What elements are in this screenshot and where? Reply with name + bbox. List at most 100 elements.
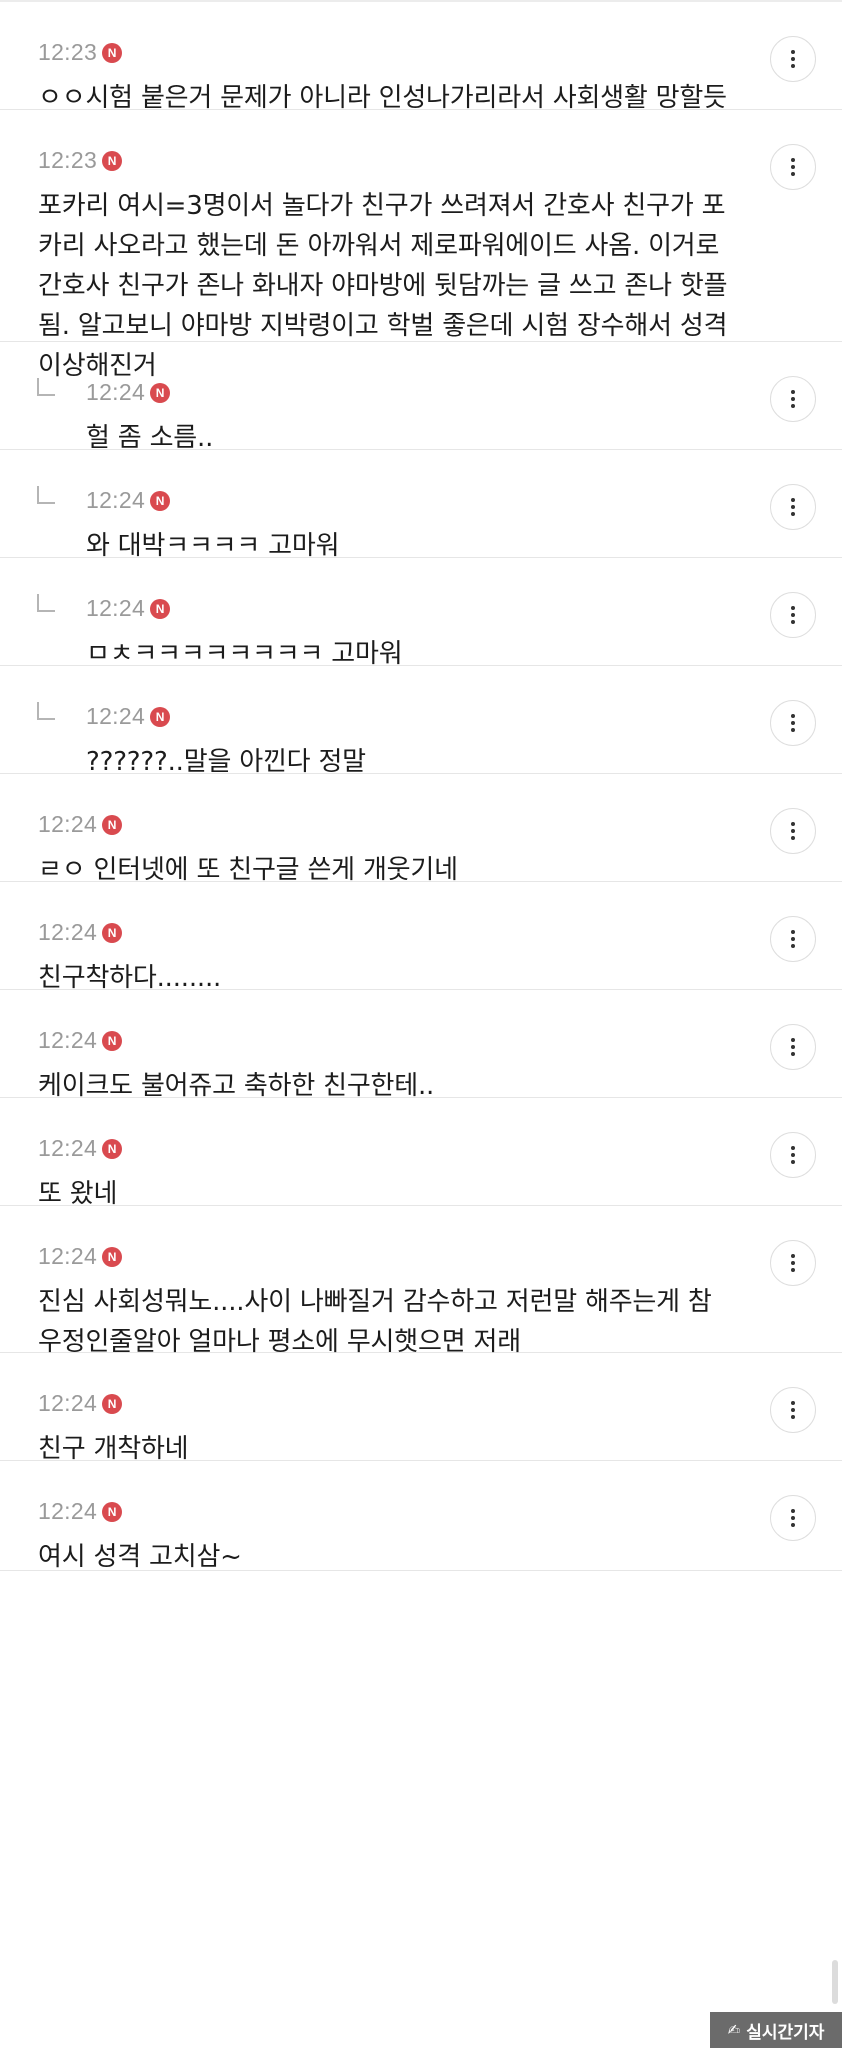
- watermark-logo-icon: ✍: [727, 2021, 741, 2039]
- kebab-dot-icon: [791, 714, 795, 718]
- comment-time: 12:24: [38, 1389, 98, 1416]
- new-badge-icon: N: [102, 150, 123, 171]
- comment-item: 12:23 N ㅇㅇ시험 붙은거 문제가 아니라 인성나가리라서 사회생활 망할듯: [0, 2, 842, 113]
- new-badge-icon: N: [102, 1246, 123, 1267]
- comment-time: 12:24: [86, 702, 146, 729]
- new-badge-icon: N: [102, 922, 123, 943]
- kebab-dot-icon: [791, 1509, 795, 1513]
- comment-meta: 12:24 N: [38, 1242, 732, 1270]
- more-options-button[interactable]: [770, 1240, 816, 1286]
- more-options-button[interactable]: [770, 1132, 816, 1178]
- more-options-button[interactable]: [770, 484, 816, 530]
- reply-comment: 12:24 N ㅁㅊㅋㅋㅋㅋㅋㅋㅋㅋ 고마워: [0, 558, 842, 669]
- kebab-dot-icon: [791, 829, 795, 833]
- kebab-dot-icon: [791, 1408, 795, 1412]
- comment-meta: 12:24 N: [38, 1134, 732, 1162]
- comment-time: 12:24: [38, 1497, 98, 1524]
- new-badge-icon: N: [150, 382, 171, 403]
- watermark-text: 실시간기자: [746, 2022, 825, 2043]
- kebab-dot-icon: [791, 1516, 795, 1520]
- kebab-dot-icon: [791, 937, 795, 941]
- more-options-button[interactable]: [770, 1387, 816, 1433]
- more-options-button[interactable]: [770, 808, 816, 854]
- kebab-dot-icon: [791, 721, 795, 725]
- kebab-dot-icon: [791, 50, 795, 54]
- kebab-dot-icon: [791, 498, 795, 502]
- comment-item: 12:24 N 친구 개착하네: [0, 1353, 842, 1464]
- comment-meta: 12:24 N: [86, 702, 732, 730]
- kebab-dot-icon: [791, 1160, 795, 1164]
- new-badge-icon: N: [150, 706, 171, 727]
- new-badge-icon: N: [102, 1030, 123, 1051]
- kebab-dot-icon: [791, 1254, 795, 1258]
- more-options-button[interactable]: [770, 592, 816, 638]
- kebab-dot-icon: [791, 165, 795, 169]
- more-options-button[interactable]: [770, 916, 816, 962]
- more-options-button[interactable]: [770, 376, 816, 422]
- reply-comment: 12:24 N 와 대박ㅋㅋㅋㅋ 고마워: [0, 450, 842, 561]
- reply-comment: 12:24 N 헐 좀 소름..: [0, 342, 842, 453]
- new-badge-icon: N: [102, 814, 123, 835]
- new-badge-icon: N: [150, 598, 171, 619]
- kebab-dot-icon: [791, 1146, 795, 1150]
- kebab-dot-icon: [791, 620, 795, 624]
- comment-meta: 12:24 N: [86, 378, 732, 406]
- kebab-dot-icon: [791, 1401, 795, 1405]
- more-options-button[interactable]: [770, 1495, 816, 1541]
- comment-item: 12:24 N 케이크도 불어쥬고 축하한 친구한테..: [0, 990, 842, 1101]
- comment-time: 12:24: [86, 378, 146, 405]
- kebab-dot-icon: [791, 505, 795, 509]
- comment-item: 12:24 N 여시 성격 고치삼~: [0, 1461, 842, 1572]
- comment-meta: 12:23 N: [38, 146, 732, 174]
- comment-time: 12:24: [38, 918, 98, 945]
- new-badge-icon: N: [102, 1393, 123, 1414]
- comment-item: 12:24 N 친구착하다........: [0, 882, 842, 993]
- kebab-dot-icon: [791, 606, 795, 610]
- kebab-dot-icon: [791, 1261, 795, 1265]
- new-badge-icon: N: [150, 490, 171, 511]
- kebab-dot-icon: [791, 397, 795, 401]
- kebab-dot-icon: [791, 1153, 795, 1157]
- watermark: ✍ 실시간기자: [710, 2012, 842, 2048]
- comment-item: 12:24 N 진심 사회성뭐노....사이 나빠질거 감수하고 저런말 해주는게 …: [0, 1206, 842, 1357]
- kebab-dot-icon: [791, 158, 795, 162]
- kebab-dot-icon: [791, 836, 795, 840]
- comment-time: 12:24: [86, 486, 146, 513]
- kebab-dot-icon: [791, 64, 795, 68]
- kebab-dot-icon: [791, 1038, 795, 1042]
- comment-meta: 12:24 N: [86, 594, 732, 622]
- kebab-dot-icon: [791, 1415, 795, 1419]
- comment-item: 12:24 N 또 왔네: [0, 1098, 842, 1209]
- kebab-dot-icon: [791, 822, 795, 826]
- new-badge-icon: N: [102, 42, 123, 63]
- kebab-dot-icon: [791, 944, 795, 948]
- comment-meta: 12:24 N: [38, 1026, 732, 1054]
- more-options-button[interactable]: [770, 700, 816, 746]
- reply-arrow-icon: [37, 594, 55, 612]
- more-options-button[interactable]: [770, 36, 816, 82]
- reply-arrow-icon: [37, 486, 55, 504]
- kebab-dot-icon: [791, 390, 795, 394]
- comment-meta: 12:24 N: [38, 810, 732, 838]
- more-options-button[interactable]: [770, 1024, 816, 1070]
- more-options-button[interactable]: [770, 144, 816, 190]
- comment-meta: 12:24 N: [38, 1497, 732, 1525]
- comment-text: 여시 성격 고치삼~: [38, 1542, 242, 1572]
- comment-time: 12:24: [86, 594, 146, 621]
- comment-item: 12:24 N ㄹㅇ 인터넷에 또 친구글 쓴게 개웃기네: [0, 774, 842, 885]
- kebab-dot-icon: [791, 172, 795, 176]
- comment-time: 12:23: [38, 146, 98, 173]
- comment-time: 12:24: [38, 1134, 98, 1161]
- kebab-dot-icon: [791, 404, 795, 408]
- kebab-dot-icon: [791, 728, 795, 732]
- reply-comment: 12:24 N ??????..말을 아낀다 정말: [0, 666, 842, 777]
- comment-meta: 12:24 N: [38, 918, 732, 946]
- comment-time: 12:24: [38, 1242, 98, 1269]
- kebab-dot-icon: [791, 1268, 795, 1272]
- comment-time: 12:23: [38, 38, 98, 65]
- scrollbar-thumb[interactable]: [832, 1960, 838, 2004]
- reply-arrow-icon: [37, 702, 55, 720]
- comment-meta: 12:24 N: [86, 486, 732, 514]
- comment-time: 12:24: [38, 1026, 98, 1053]
- kebab-dot-icon: [791, 1045, 795, 1049]
